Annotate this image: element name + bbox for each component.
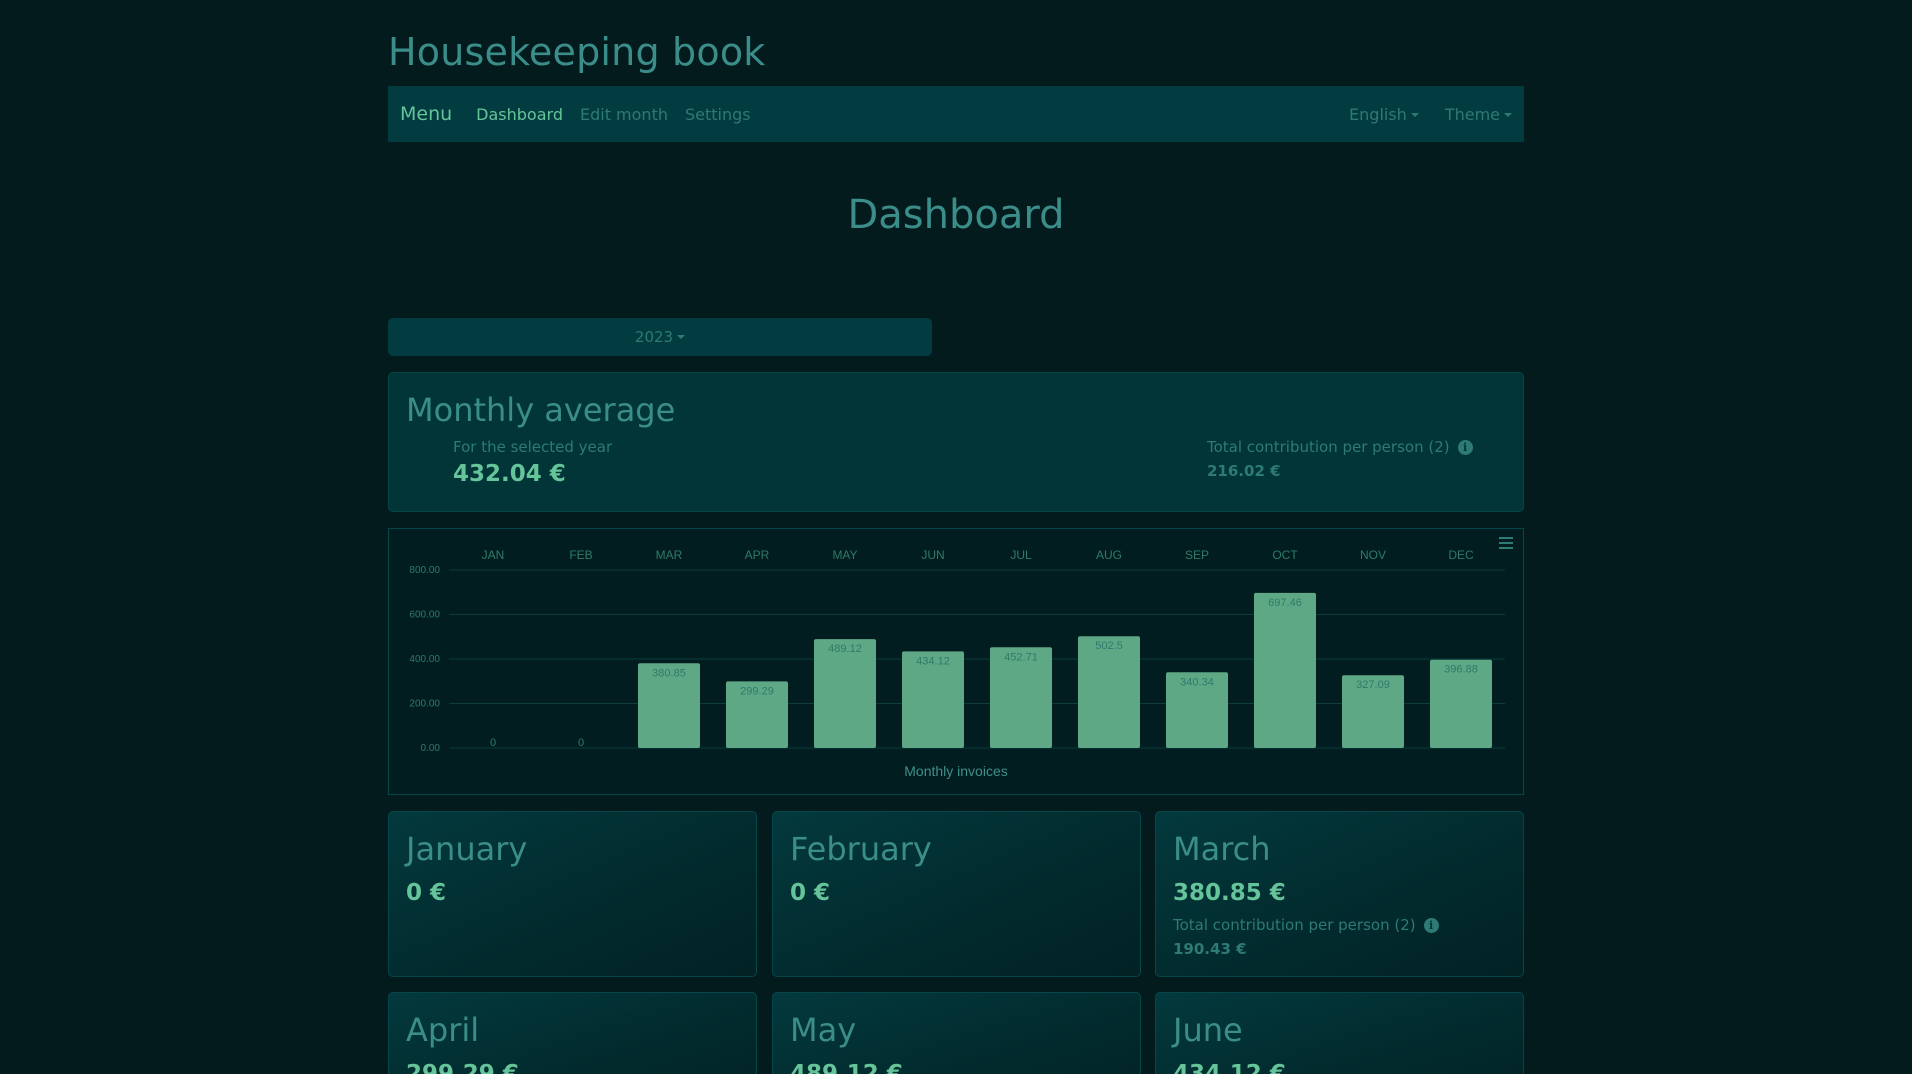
x-tick-label: OCT: [1272, 548, 1298, 562]
month-value: 489.12 €: [790, 1061, 903, 1074]
x-tick-label: MAR: [656, 548, 683, 562]
info-icon[interactable]: i: [1423, 917, 1439, 933]
data-label: 434.12: [916, 655, 950, 667]
x-tick-label: AUG: [1096, 548, 1122, 562]
x-tick-label: NOV: [1360, 548, 1386, 562]
monthly-average-card: Monthly average For the selected year 43…: [388, 372, 1524, 512]
month-value: 434.12 €: [1173, 1061, 1286, 1074]
theme-label: Theme: [1444, 104, 1500, 124]
caret-down-icon: [1504, 112, 1512, 117]
language-label: English: [1349, 104, 1407, 124]
contribution-value: 216.02 €: [1207, 462, 1281, 480]
month-name: May: [790, 1011, 857, 1049]
monthly-average-subtitle: For the selected year: [453, 438, 613, 456]
month-value: 299.29 €: [406, 1061, 519, 1074]
bar: [814, 639, 876, 748]
month-contribution: Total contribution per person (2) i 190.4…: [1173, 916, 1439, 958]
data-label: 502.5: [1095, 640, 1123, 652]
y-tick-label: 800.00: [409, 565, 440, 576]
monthly-average-value: 432.04 €: [453, 461, 566, 487]
month-card-june[interactable]: June 434.12 €: [1155, 992, 1524, 1074]
month-name: February: [790, 830, 932, 868]
month-name: January: [406, 830, 528, 868]
caret-down-icon: [1410, 112, 1419, 117]
nav-link-settings[interactable]: Settings: [685, 105, 751, 124]
nav-right-group: English Theme: [1323, 105, 1512, 124]
year-label: 2023: [634, 328, 674, 346]
x-tick-label: FEB: [569, 548, 592, 562]
bar: [1254, 592, 1316, 748]
month-card-february[interactable]: February 0 €: [772, 811, 1141, 977]
month-card-april[interactable]: April 299.29 €: [388, 992, 757, 1074]
app-title: Housekeeping book: [388, 30, 766, 74]
data-label: 299.29: [740, 685, 774, 697]
contribution-label: Total contribution per person (2): [1207, 438, 1450, 456]
x-tick-label: JUN: [921, 548, 944, 562]
month-card-january[interactable]: January 0 €: [388, 811, 757, 977]
y-tick-label: 400.00: [409, 654, 440, 665]
info-icon[interactable]: i: [1457, 439, 1473, 455]
month-value: 380.85 €: [1173, 880, 1286, 906]
data-label: 0: [490, 737, 496, 749]
x-tick-label: APR: [745, 548, 770, 562]
y-tick-label: 600.00: [409, 610, 440, 621]
caret-down-icon: [677, 335, 686, 339]
data-label: 489.12: [828, 643, 862, 655]
year-dropdown-button[interactable]: 2023: [388, 318, 932, 356]
bar: [1078, 636, 1140, 748]
data-label: 452.71: [1004, 651, 1038, 663]
nav-link-edit-month[interactable]: Edit month: [580, 105, 668, 124]
x-tick-label: SEP: [1185, 548, 1209, 562]
nav-link-dashboard[interactable]: Dashboard: [476, 105, 563, 124]
contribution-label: Total contribution per person (2): [1173, 916, 1416, 934]
average-contribution: Total contribution per person (2) i 216.0…: [1207, 438, 1473, 480]
y-tick-label: 0.00: [421, 743, 441, 754]
data-label: 0: [578, 737, 584, 749]
month-card-march[interactable]: March 380.85 € Total contribution per pe…: [1155, 811, 1524, 977]
chart-svg: 0.00 200.00 400.00 600.00 800.00 JAN 0 FEB 0 MAR 3…: [409, 548, 1505, 779]
data-label: 380.85: [652, 667, 686, 679]
data-label: 396.88: [1444, 664, 1478, 676]
x-tick-label: JUL: [1010, 548, 1032, 562]
month-name: April: [406, 1011, 480, 1049]
y-tick-label: 200.00: [409, 699, 440, 710]
navbar: Menu Dashboard Edit month Settings Engli…: [388, 86, 1524, 142]
month-name: June: [1173, 1011, 1243, 1049]
x-tick-label: JAN: [482, 548, 505, 562]
data-label: 340.34: [1180, 676, 1214, 688]
month-value: 0 €: [790, 880, 831, 906]
month-card-may[interactable]: May 489.12 €: [772, 992, 1141, 1074]
contribution-value: 190.43 €: [1173, 940, 1247, 958]
data-label: 697.46: [1268, 597, 1302, 609]
navbar-brand[interactable]: Menu: [400, 103, 452, 125]
x-axis-title: Monthly invoices: [904, 763, 1008, 779]
month-name: March: [1173, 830, 1271, 868]
data-label: 327.09: [1356, 679, 1390, 691]
page-title: Dashboard: [847, 192, 1065, 238]
monthly-average-title: Monthly average: [406, 391, 676, 429]
month-value: 0 €: [406, 880, 447, 906]
x-tick-label: DEC: [1448, 548, 1474, 562]
hamburger-menu-icon[interactable]: [1499, 537, 1513, 552]
language-dropdown[interactable]: English: [1349, 105, 1419, 124]
theme-dropdown[interactable]: Theme: [1445, 105, 1512, 124]
x-tick-label: MAY: [832, 548, 857, 562]
monthly-invoices-chart: 0.00 200.00 400.00 600.00 800.00 JAN 0 FEB 0 MAR 3…: [388, 528, 1524, 795]
